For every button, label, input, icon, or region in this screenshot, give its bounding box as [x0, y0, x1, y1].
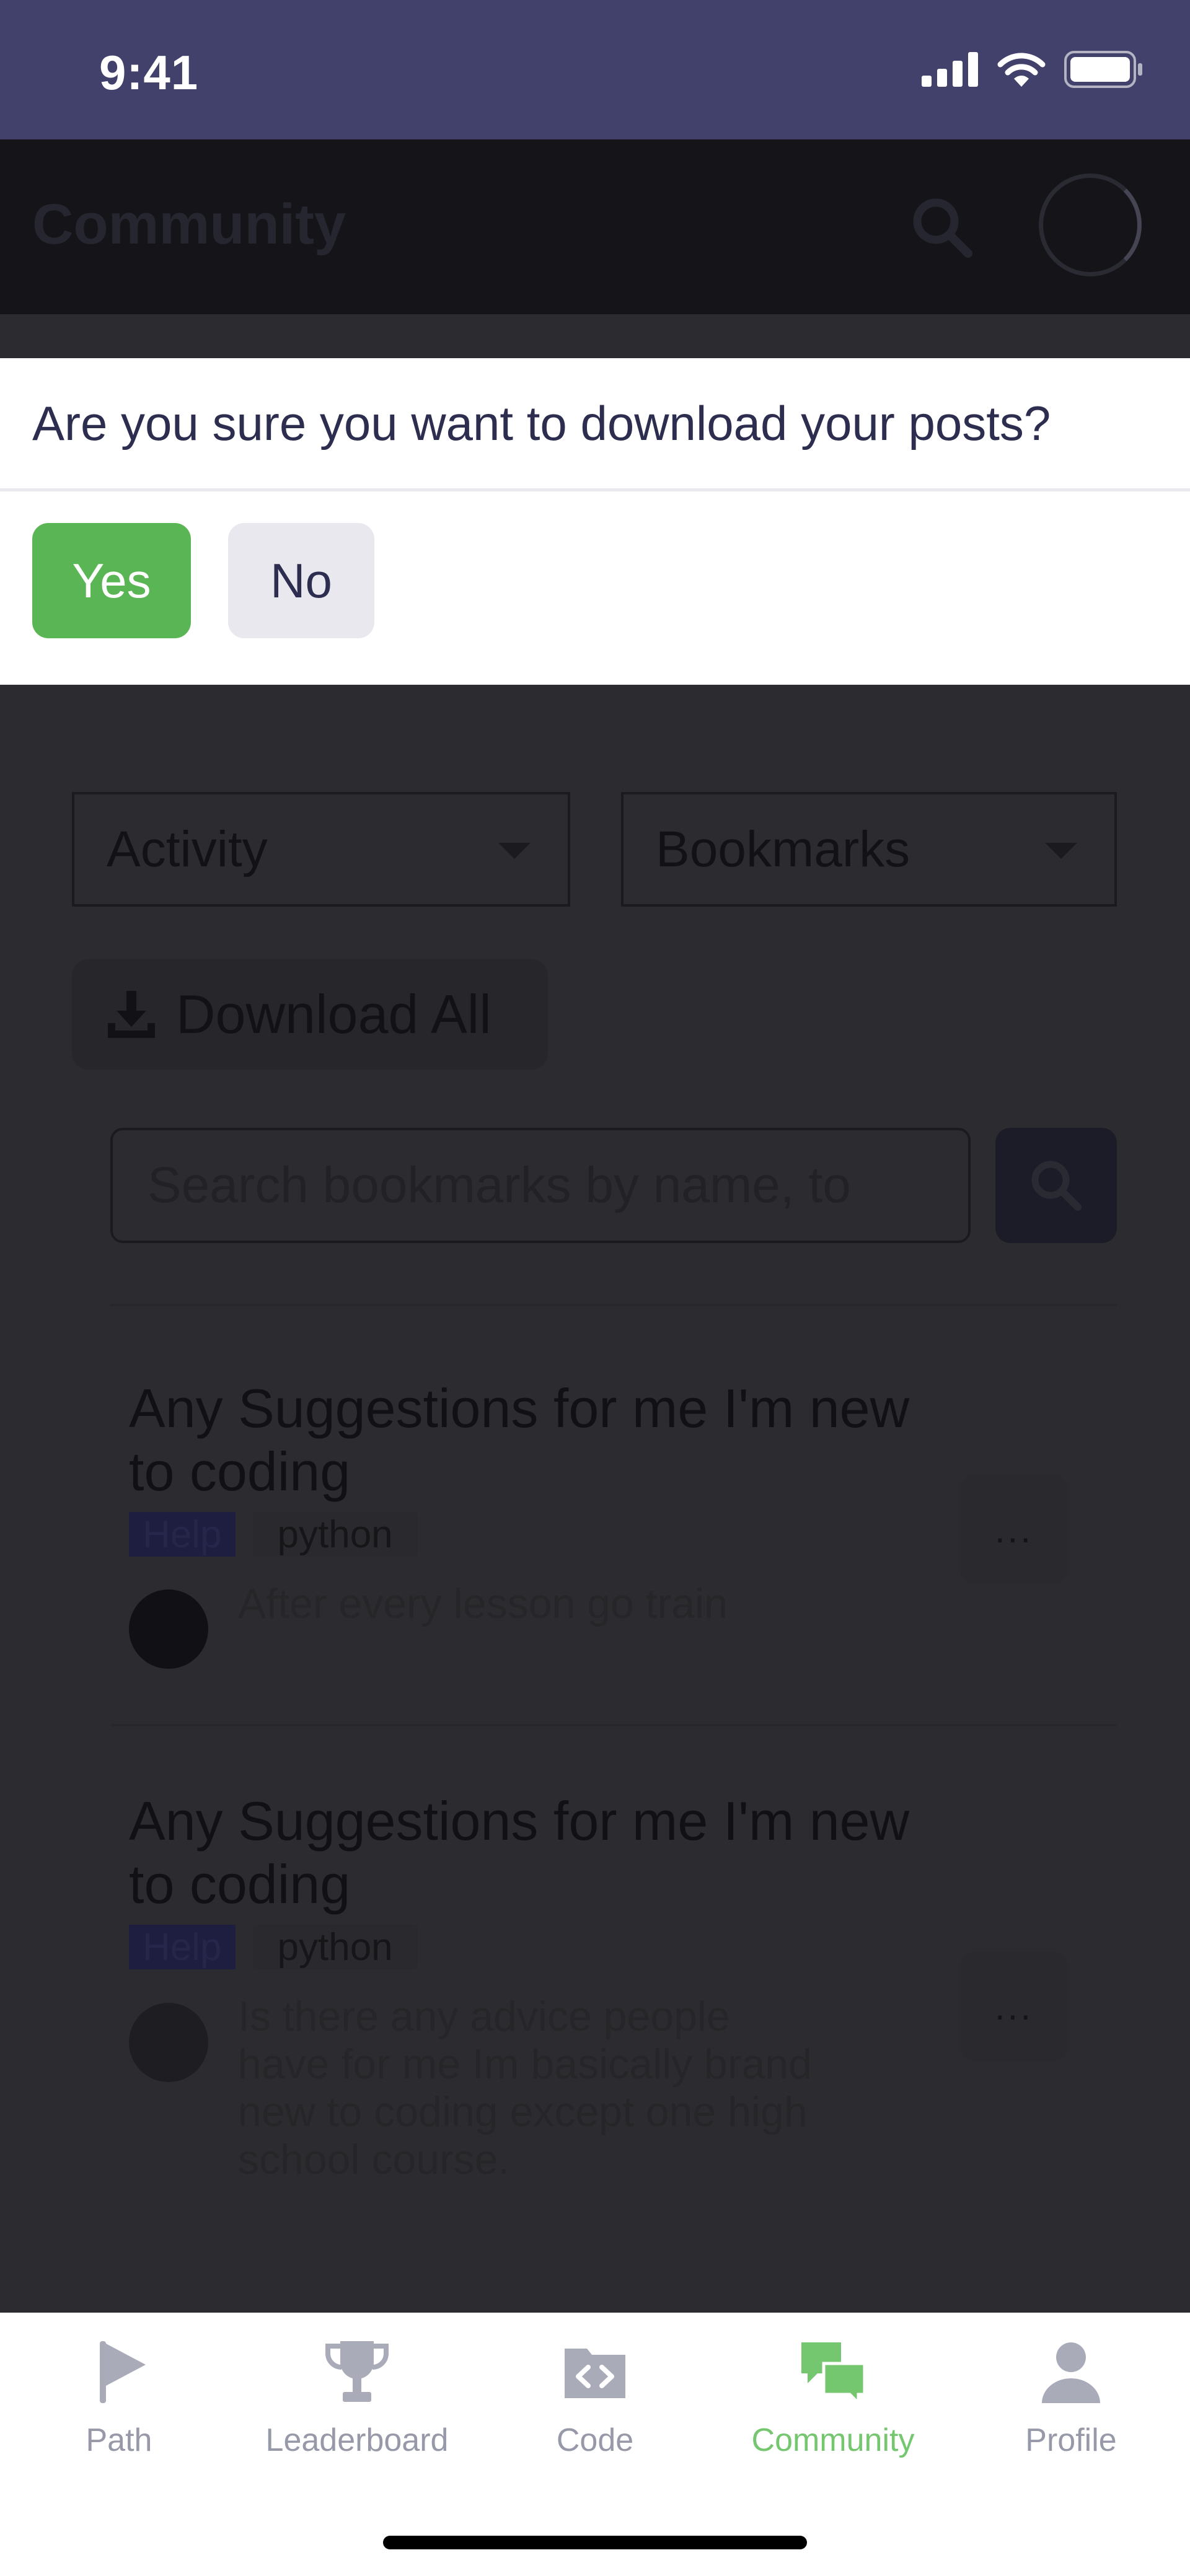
page-title: Community [32, 193, 346, 256]
chevron-down-icon [498, 843, 531, 859]
post-title[interactable]: Any Suggestions for me I'm new to coding [129, 1377, 910, 1503]
avatar[interactable] [129, 1589, 208, 1669]
status-icons [922, 51, 1144, 88]
post-preview: Is there any advice people have for me I… [238, 1993, 812, 2183]
download-icon [108, 991, 155, 1038]
divider [110, 1724, 1117, 1726]
tab-code[interactable]: Code [476, 2337, 714, 2459]
wifi-icon [997, 53, 1046, 87]
activity-select[interactable]: Activity [72, 792, 570, 907]
trophy-icon [325, 2341, 389, 2402]
home-indicator [383, 2536, 807, 2549]
tag-help[interactable]: Help [129, 1925, 236, 1969]
status-time: 9:41 [99, 45, 199, 100]
post-title[interactable]: Any Suggestions for me I'm new to coding [129, 1790, 910, 1916]
tab-label: Code [556, 2422, 634, 2458]
code-folder-icon [565, 2349, 625, 2398]
confirm-divider [0, 488, 1190, 491]
bottom-tab-bar: Path Leaderboard Code Community Profile [0, 2313, 1190, 2576]
post-tags: Help python [129, 1512, 418, 1557]
chat-bubbles-icon [801, 2342, 866, 2406]
status-bar: 9:41 [0, 0, 1190, 139]
more-options-button[interactable]: ... [959, 1952, 1069, 2061]
signal-icon [922, 52, 978, 87]
search-icon[interactable] [910, 195, 974, 263]
tab-label: Profile [1025, 2422, 1117, 2458]
tab-label: Leaderboard [265, 2422, 449, 2458]
tag-python[interactable]: python [252, 1512, 418, 1557]
post-tags: Help python [129, 1925, 418, 1969]
person-icon [1042, 2342, 1100, 2403]
bookmarks-select-value: Bookmarks [656, 820, 910, 877]
no-button[interactable]: No [228, 523, 374, 638]
download-all-label: Download All [176, 983, 491, 1045]
loading-avatar[interactable] [1039, 174, 1142, 276]
tag-help[interactable]: Help [129, 1512, 236, 1557]
tab-label: Community [751, 2422, 915, 2458]
search-button[interactable] [995, 1128, 1117, 1243]
download-confirm-dialog: Are you sure you want to download your p… [0, 358, 1190, 685]
tab-label: Path [86, 2422, 152, 2458]
download-all-button[interactable]: Download All [72, 959, 548, 1070]
confirm-question: Are you sure you want to download your p… [32, 395, 1051, 451]
avatar[interactable] [129, 2003, 208, 2082]
app-header: Community [0, 139, 1190, 314]
divider [110, 1304, 1117, 1306]
tab-profile[interactable]: Profile [952, 2337, 1190, 2459]
chevron-down-icon [1045, 843, 1077, 859]
flag-icon [100, 2341, 146, 2403]
tab-path[interactable]: Path [0, 2337, 238, 2459]
tag-python[interactable]: python [252, 1925, 418, 1969]
tab-leaderboard[interactable]: Leaderboard [238, 2337, 476, 2459]
yes-button[interactable]: Yes [32, 523, 191, 638]
bookmarks-select[interactable]: Bookmarks [621, 792, 1117, 907]
more-options-button[interactable]: ... [959, 1475, 1069, 1584]
activity-select-value: Activity [107, 820, 268, 877]
bookmark-search-input[interactable] [110, 1128, 971, 1243]
battery-icon [1064, 51, 1142, 88]
post-preview: After every lesson go train [238, 1580, 728, 1627]
search-icon [1031, 1161, 1082, 1211]
tab-community[interactable]: Community [714, 2337, 952, 2459]
